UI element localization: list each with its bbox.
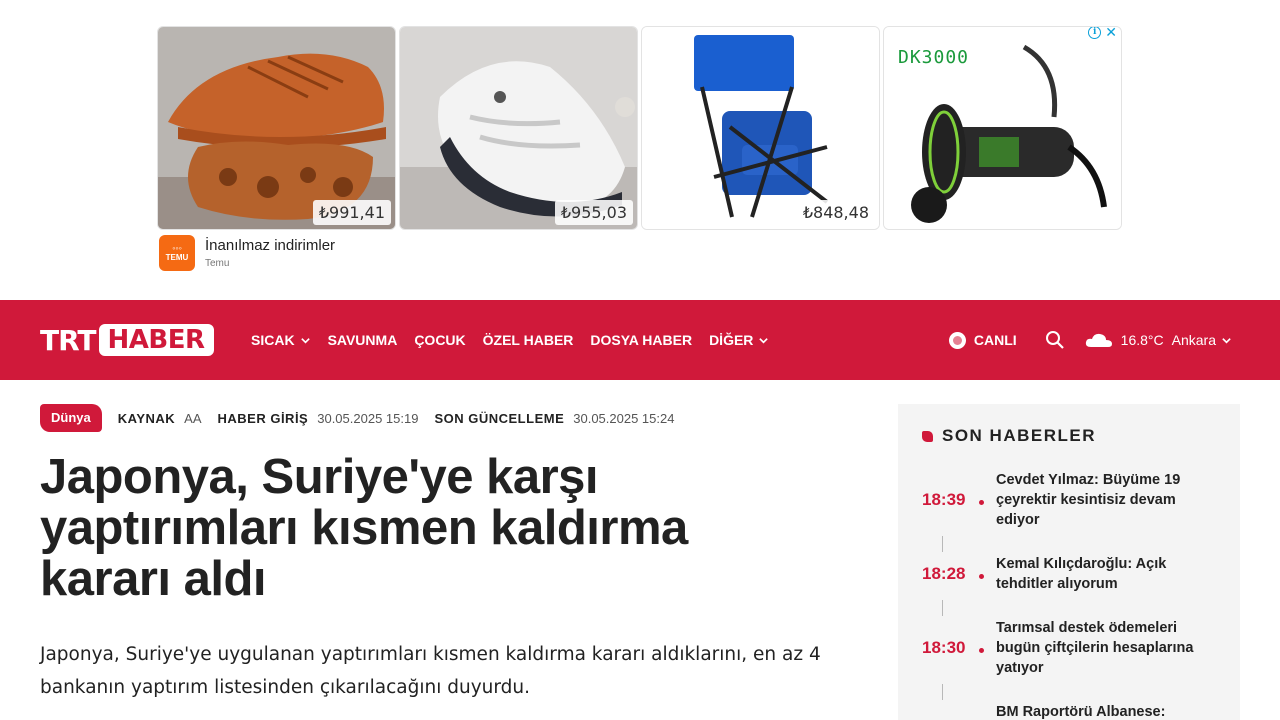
cloud-icon: [1085, 333, 1112, 347]
source-label: KAYNAK: [117, 410, 176, 426]
ad-product-label: DK3000: [898, 47, 970, 68]
updated-value: 30.05.2025 15:24: [573, 410, 675, 426]
sidebar-title: SON HABERLER: [922, 426, 1096, 446]
ad-badge: i ✕: [1088, 27, 1117, 39]
bullet-icon: [979, 574, 984, 579]
news-title[interactable]: BM Raportörü Albanese:: [996, 702, 1206, 720]
nav-item-diger[interactable]: DİĞER: [709, 332, 769, 348]
header-right: CANLI 16.8°C Ankara: [948, 300, 1232, 380]
temu-logo: ◦◦◦ TEMU: [159, 235, 195, 271]
article-meta: Dünya KAYNAK AA HABER GİRİŞ 30.05.2025 1…: [40, 404, 674, 432]
temperature: 16.8°C: [1120, 332, 1164, 348]
news-title[interactable]: Kemal Kılıçdaroğlu: Açık tehditler alıyo…: [996, 554, 1206, 594]
ad-price: ₺991,41: [312, 200, 391, 225]
nav-item-ozel-haber[interactable]: ÖZEL HABER: [483, 332, 574, 348]
bullet-icon: [979, 500, 984, 505]
chevron-down-icon: [759, 337, 769, 344]
timeline-divider: [942, 684, 943, 700]
news-title[interactable]: Tarımsal destek ödemeleri bugün çiftçile…: [996, 618, 1206, 678]
timeline-divider: [942, 536, 943, 552]
source-value: AA: [184, 410, 202, 426]
nav-item-sicak[interactable]: SICAK: [251, 332, 311, 348]
published-label: HABER GİRİŞ: [217, 410, 309, 426]
published-value: 30.05.2025 15:19: [317, 410, 419, 426]
nav-item-savunma[interactable]: SAVUNMA: [328, 332, 398, 348]
chevron-down-icon: [1222, 337, 1231, 344]
news-time: 18:39: [922, 490, 966, 509]
site-header: TRT HABER SICAK SAVUNMA ÇOCUK ÖZEL HABER…: [0, 300, 1280, 380]
search-icon[interactable]: [1045, 330, 1065, 350]
latest-news-sidebar: SON HABERLER 18:39 Cevdet Yılmaz: Büyüme…: [898, 404, 1240, 720]
site-logo[interactable]: TRT HABER: [40, 323, 214, 357]
live-button[interactable]: CANLI: [948, 331, 1017, 349]
live-icon: [948, 331, 966, 349]
ad-product-card[interactable]: DK3000 i ✕: [883, 26, 1122, 230]
close-icon[interactable]: ✕: [1105, 27, 1117, 39]
updated-label: SON GÜNCELLEME: [434, 410, 565, 426]
ad-product-card[interactable]: ₺955,03: [399, 26, 638, 230]
news-title[interactable]: Cevdet Yılmaz: Büyüme 19 çeyrektir kesin…: [996, 470, 1206, 530]
ad-title[interactable]: İnanılmaz indirimler: [205, 237, 335, 254]
ad-brand: Temu: [205, 258, 230, 269]
main-nav: SICAK SAVUNMA ÇOCUK ÖZEL HABER DOSYA HAB…: [251, 300, 769, 380]
article-lead: Japonya, Suriye'ye uygulanan yaptırımlar…: [40, 644, 821, 698]
ad-product-card[interactable]: ₺991,41: [157, 26, 396, 230]
news-time: 18:30: [922, 638, 966, 657]
ad-banner[interactable]: ₺991,41 ₺955,03 ₺848,48 DK3000 i ✕ ◦◦◦ T…: [157, 26, 1123, 276]
ad-price: ₺848,48: [796, 200, 875, 225]
news-time: 18:28: [922, 564, 966, 583]
bullet-icon: [979, 648, 984, 653]
article-headline: Japonya, Suriye'ye karşı yaptırımları kı…: [40, 450, 688, 606]
square-icon: [922, 430, 933, 442]
ad-price: ₺955,03: [554, 200, 633, 225]
timeline-divider: [942, 600, 943, 616]
news-item[interactable]: BM Raportörü Albanese:: [922, 702, 1222, 720]
news-item[interactable]: 18:39 Cevdet Yılmaz: Büyüme 19 çeyrektir…: [922, 470, 1222, 530]
logo-haber: HABER: [98, 324, 214, 356]
nav-item-cocuk[interactable]: ÇOCUK: [414, 332, 465, 348]
ad-footer[interactable]: ◦◦◦ TEMU İnanılmaz indirimler Temu: [157, 235, 1123, 271]
info-icon[interactable]: i: [1088, 27, 1102, 39]
ad-product-card[interactable]: ₺848,48: [641, 26, 880, 230]
weather-widget[interactable]: 16.8°C Ankara: [1085, 332, 1232, 348]
category-badge[interactable]: Dünya: [40, 404, 102, 432]
nav-item-dosya-haber[interactable]: DOSYA HABER: [590, 332, 692, 348]
chevron-down-icon: [300, 337, 310, 344]
logo-trt: TRT: [40, 323, 97, 357]
news-item[interactable]: 18:30 Tarımsal destek ödemeleri bugün çi…: [922, 618, 1222, 678]
news-item[interactable]: 18:28 Kemal Kılıçdaroğlu: Açık tehditler…: [922, 554, 1222, 594]
city-selector[interactable]: Ankara: [1172, 332, 1232, 348]
